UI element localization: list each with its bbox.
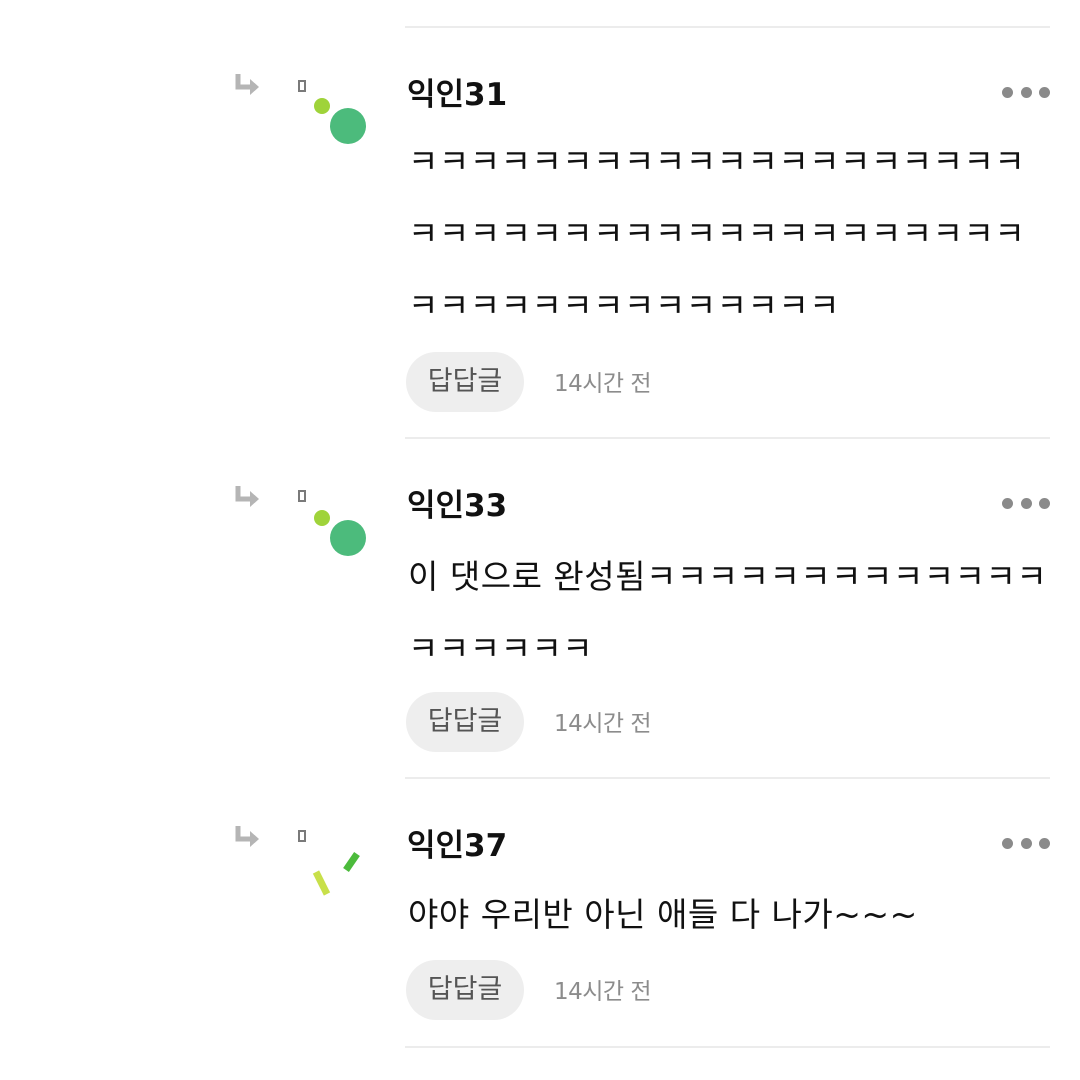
divider <box>405 437 1050 439</box>
reply-button[interactable]: 답답글 <box>406 960 524 1020</box>
comment-time: 14시간 전 <box>554 711 652 737</box>
more-options-icon[interactable] <box>1002 86 1050 98</box>
divider <box>405 777 1050 779</box>
green-dots-avatar-icon <box>314 98 366 144</box>
comment-author: 익인33 <box>407 488 508 524</box>
comment-author: 익인31 <box>407 77 508 113</box>
reply-arrow-icon <box>235 74 259 95</box>
green-dots-avatar-icon <box>314 510 366 556</box>
thread-marker-icon <box>298 830 306 842</box>
reply-arrow-icon <box>235 826 259 847</box>
comment-author: 익인37 <box>407 828 508 864</box>
comment-time: 14시간 전 <box>554 371 652 397</box>
more-options-icon[interactable] <box>1002 497 1050 509</box>
reply-button[interactable]: 답답글 <box>406 692 524 752</box>
divider-top <box>405 26 1050 28</box>
divider <box>405 1046 1050 1048</box>
comment-body: ㅋㅋㅋㅋㅋㅋㅋㅋㅋㅋㅋㅋㅋㅋㅋㅋㅋㅋㅋㅋㅋㅋㅋㅋㅋㅋㅋㅋㅋㅋㅋㅋㅋㅋㅋㅋㅋㅋㅋㅋ… <box>408 142 1026 325</box>
comment-body: 이 댓으로 완성됨ㅋㅋㅋㅋㅋㅋㅋㅋㅋㅋㅋㅋㅋㅋㅋㅋㅋㅋㅋ <box>408 557 1048 668</box>
comment-time: 14시간 전 <box>554 979 652 1005</box>
reply-arrow-icon <box>235 486 259 507</box>
thread-marker-icon <box>298 490 306 502</box>
comment-body: 야야 우리반 아닌 애들 다 나가~~~ <box>408 895 918 934</box>
green-dashes-avatar-icon <box>312 852 360 896</box>
reply-button[interactable]: 답답글 <box>406 352 524 412</box>
more-options-icon[interactable] <box>1002 837 1050 849</box>
